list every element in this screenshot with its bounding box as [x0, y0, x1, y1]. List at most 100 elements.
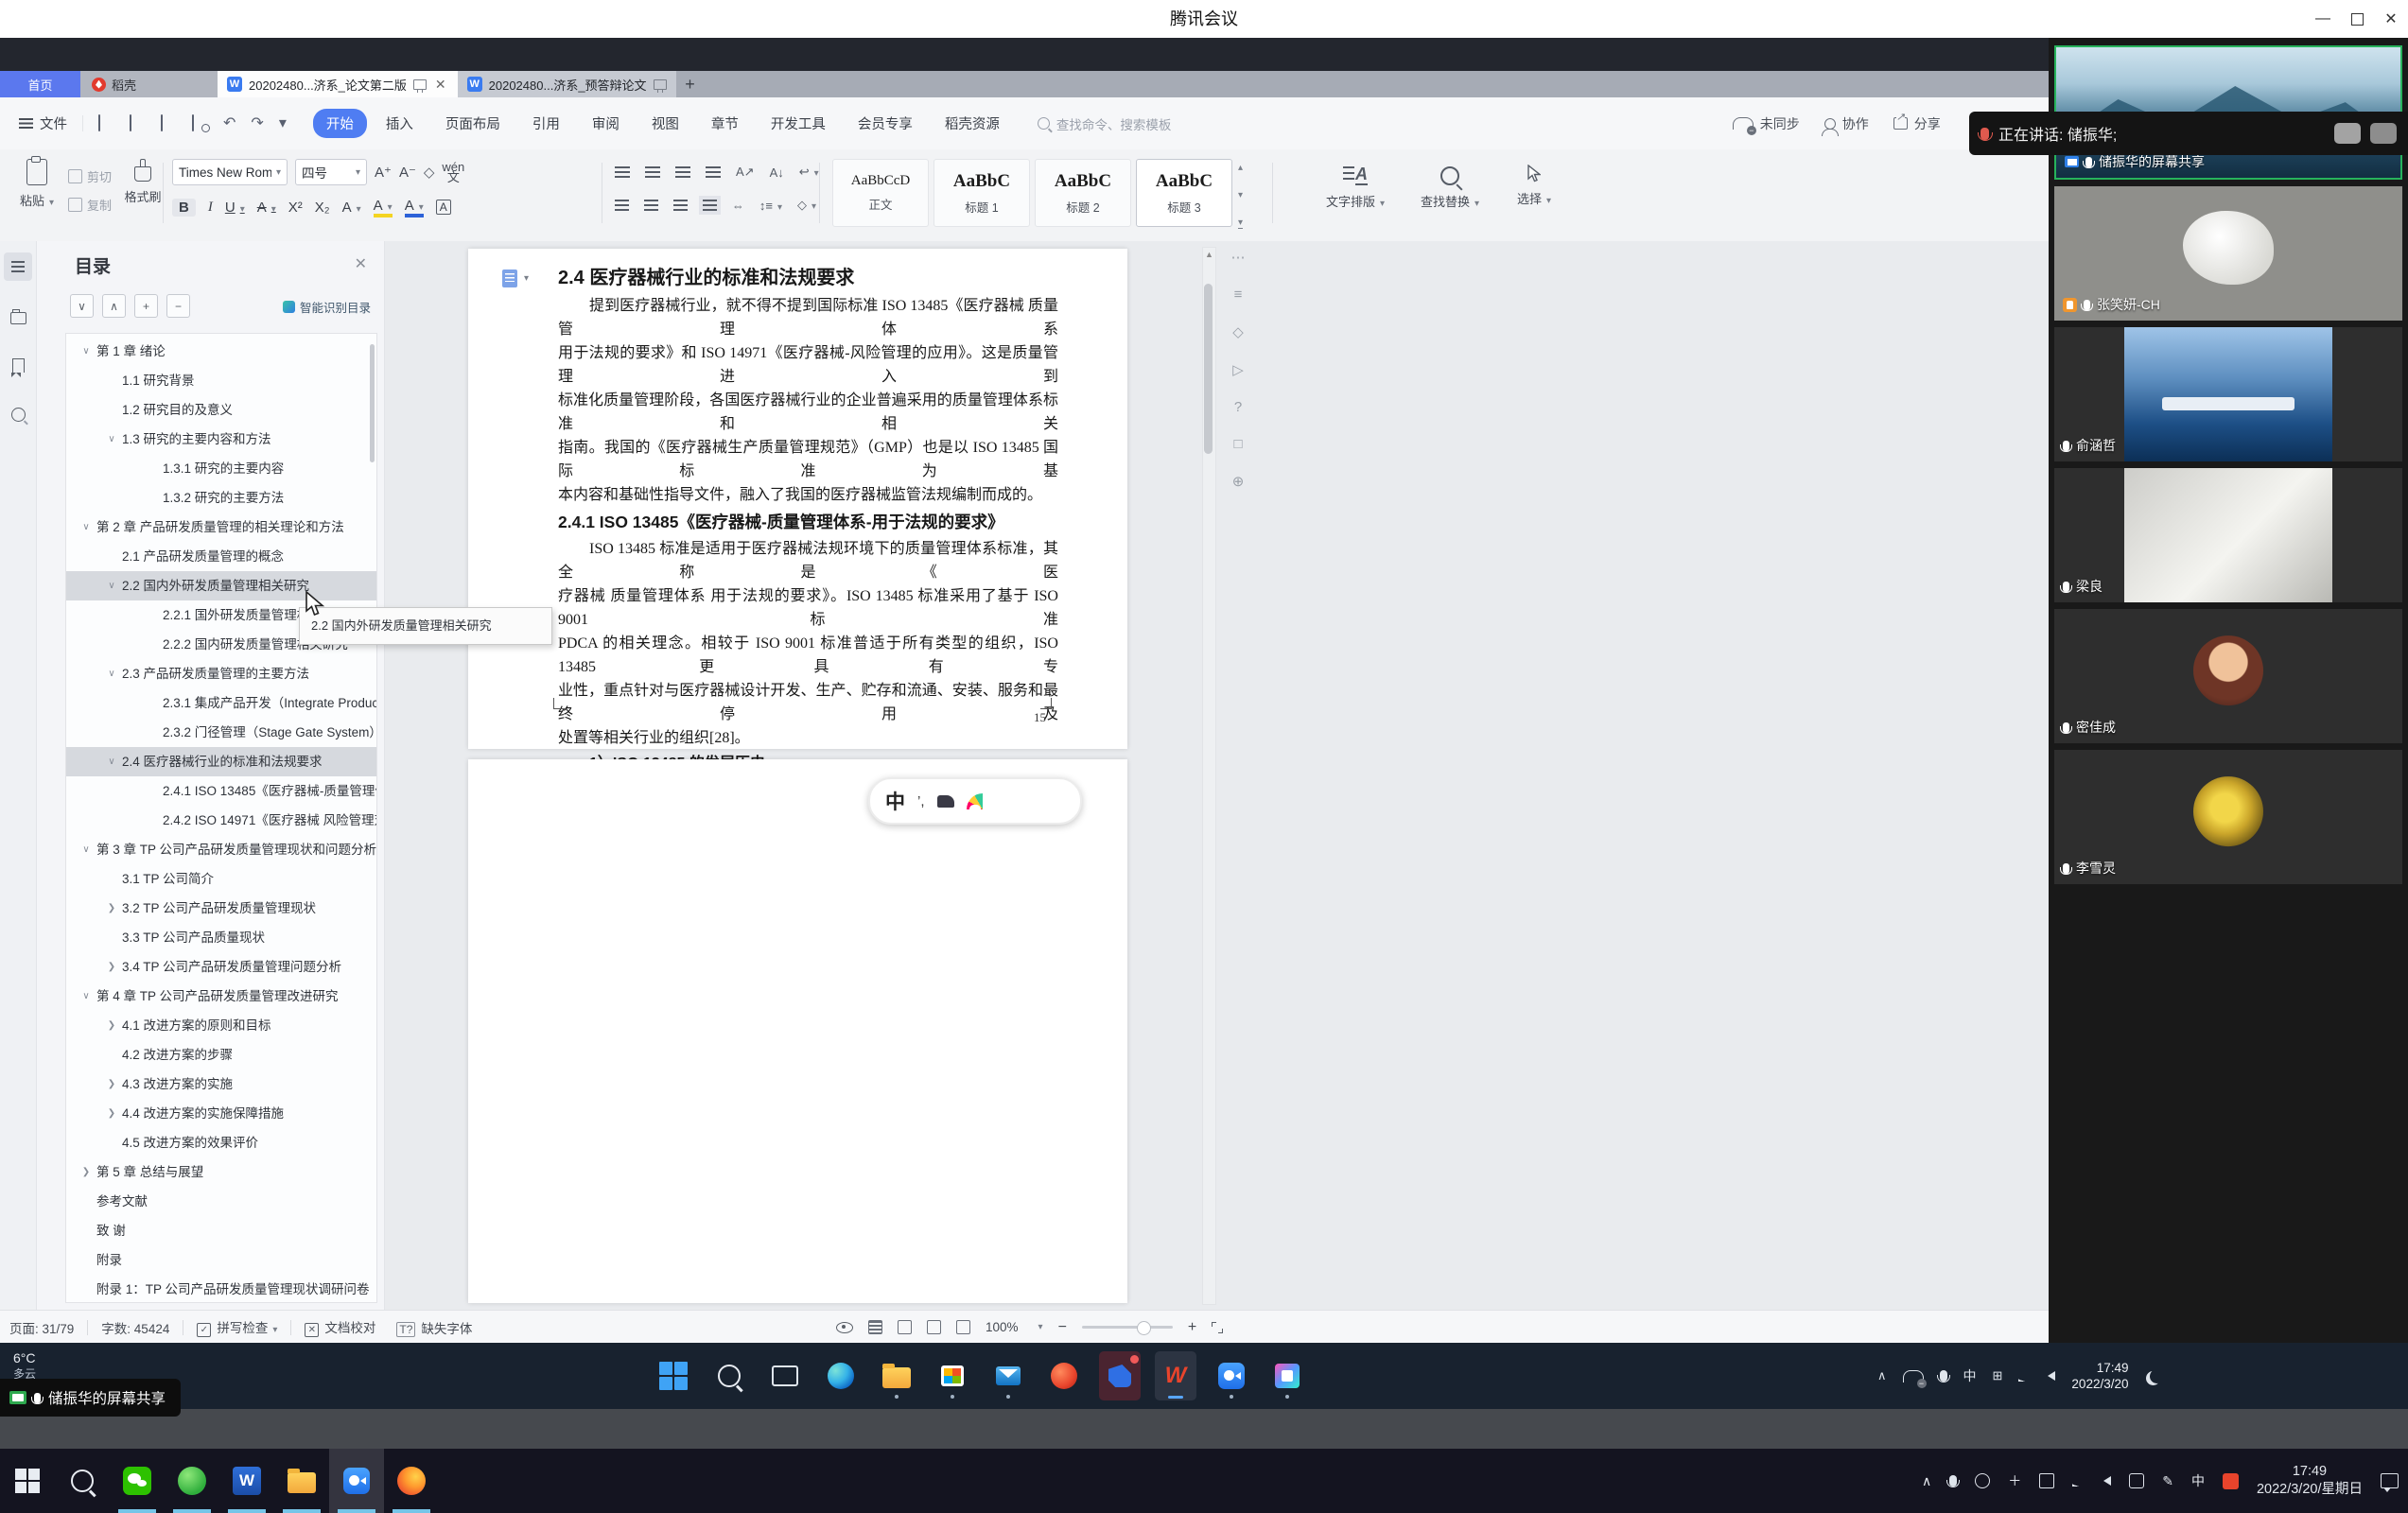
close-tab-icon[interactable]: ✕ [433, 77, 448, 93]
ime-toolbar[interactable]: 中 ’, [868, 777, 1082, 825]
tray-volume-icon[interactable] [2048, 1371, 2055, 1381]
character-border-button[interactable]: A [436, 200, 451, 215]
sort-icon[interactable]: A↓ [770, 165, 784, 180]
browser-taskbar-icon[interactable] [165, 1449, 219, 1513]
undo-icon[interactable]: ↶ [223, 115, 236, 131]
ribbon-tab-视图[interactable]: 视图 [638, 109, 692, 138]
document-page-1[interactable]: ▾ 2.4 医疗器械行业的标准和法规要求提到医疗器械行业，就不得不提到国际标准 … [468, 249, 1127, 749]
start-taskbar-icon[interactable] [0, 1449, 55, 1513]
toc-item[interactable]: ❯3.2 TP 公司产品研发质量管理现状 [66, 894, 376, 923]
toc-item[interactable]: 3.1 TP 公司简介 [66, 864, 376, 894]
bullet-list-icon[interactable] [615, 166, 630, 178]
add-tool-icon[interactable]: ⊕ [1232, 473, 1245, 490]
find-replace-button[interactable]: 查找替换▾ [1409, 165, 1491, 210]
tray-plus-icon[interactable]: ＋ [2008, 1471, 2021, 1490]
toc-item[interactable]: 2.1 产品研发质量管理的概念 [66, 542, 376, 571]
align-left-icon[interactable] [615, 200, 629, 211]
tray-display-icon[interactable] [2039, 1473, 2054, 1488]
text-effects-button[interactable]: A▾ [342, 200, 361, 216]
firefox-taskbar-icon[interactable] [384, 1449, 439, 1513]
taskbar-weather-widget[interactable]: 6°C 多云 [13, 1350, 36, 1383]
toc-item[interactable]: 4.5 改进方案的效果评价 [66, 1128, 376, 1157]
toc-item[interactable]: 1.1 研究背景 [66, 366, 376, 395]
search-taskbar-icon[interactable] [55, 1449, 110, 1513]
toc-item[interactable]: 1.3.2 研究的主要方法 [66, 483, 376, 513]
participant-tile[interactable]: 俞涵哲 [2054, 327, 2402, 461]
tab-docer[interactable]: 稻壳 [80, 71, 218, 97]
participant-tile[interactable]: 张笑妍-CH [2054, 186, 2402, 321]
meeting-taskbar-icon[interactable] [329, 1449, 384, 1513]
tray-ime-indicator[interactable]: 中 [2191, 1471, 2205, 1490]
more-tools-icon[interactable]: ⋯ [1231, 249, 1246, 266]
scrollbar-thumb[interactable] [1204, 284, 1213, 454]
style-card[interactable]: AaBbC标题 1 [934, 159, 1030, 227]
toc-item[interactable]: 2.3.1 集成产品开发（Integrate Product Developme… [66, 688, 376, 718]
document-page-2[interactable] [468, 759, 1127, 1303]
web-view-icon[interactable] [927, 1320, 941, 1334]
ime-weather-icon[interactable] [967, 793, 999, 809]
toc-expand-icon[interactable]: ∨ [101, 659, 122, 688]
zoom-slider[interactable] [1082, 1326, 1173, 1329]
page-indicator[interactable]: 页面: 31/79 [9, 1318, 74, 1337]
store-taskbar-icon[interactable] [932, 1351, 973, 1400]
ribbon-tab-开始[interactable]: 开始 [313, 109, 367, 138]
close-button[interactable]: ✕ [2374, 0, 2408, 38]
styles-scroll-buttons[interactable]: ▴▾▾ [1232, 159, 1243, 233]
underline-button[interactable]: U▾ [225, 200, 245, 216]
collapse-all-button[interactable]: ∧ [102, 294, 126, 318]
toc-item[interactable]: 4.2 改进方案的步骤 [66, 1040, 376, 1070]
ribbon-tab-页面布局[interactable]: 页面布局 [432, 109, 514, 138]
decrease-font-button[interactable]: A⁻ [399, 164, 416, 181]
print-preview-icon[interactable] [192, 115, 208, 131]
scroll-up-icon[interactable]: ▲ [1205, 250, 1213, 259]
page-view-icon[interactable] [868, 1320, 882, 1334]
toc-item[interactable]: ∨2.2 国内外研发质量管理相关研究 [66, 571, 376, 600]
toc-expand-icon[interactable]: ❯ [101, 1070, 122, 1099]
ime-skin-icon[interactable] [937, 795, 954, 808]
style-card[interactable]: AaBbC标题 3 [1136, 159, 1232, 227]
toc-expand-icon[interactable]: ❯ [101, 1099, 122, 1128]
docer-taskbar-icon[interactable] [1099, 1351, 1141, 1400]
toc-item[interactable]: 致 谢 [66, 1216, 376, 1245]
text-direction-icon[interactable]: A↗ [736, 165, 755, 180]
ribbon-tab-稻壳资源[interactable]: 稻壳资源 [932, 109, 1013, 138]
toc-item[interactable]: ∨1.3 研究的主要内容和方法 [66, 425, 376, 454]
toc-item[interactable]: ❯4.4 改进方案的实施保障措施 [66, 1099, 376, 1128]
ribbon-tab-审阅[interactable]: 审阅 [579, 109, 633, 138]
increase-font-button[interactable]: A⁺ [375, 164, 392, 181]
toc-item[interactable]: ❯4.3 改进方案的实施 [66, 1070, 376, 1099]
tray-wifi-icon[interactable] [2072, 1476, 2085, 1487]
tray-chevron-icon[interactable]: ∧ [1877, 1368, 1887, 1383]
outline-pane-button[interactable] [4, 252, 32, 281]
style-card[interactable]: AaBbCcD正文 [832, 159, 929, 227]
ime-punctuation[interactable]: ’, [917, 793, 925, 809]
font-name-select[interactable]: Times New Roman▾ [172, 159, 288, 185]
redo-icon[interactable]: ↷ [251, 115, 263, 131]
cut-button[interactable]: 剪切 [68, 165, 112, 187]
toc-item[interactable]: ∨第 2 章 产品研发质量管理的相关理论和方法 [66, 513, 376, 542]
show-marks-icon[interactable]: ↩▾ [799, 165, 819, 180]
office-taskbar-icon[interactable] [1043, 1351, 1085, 1400]
tray-volume-icon[interactable] [2103, 1476, 2111, 1486]
toc-item[interactable]: 附录 1：TP 公司产品研发质量管理现状调研问卷 [66, 1275, 376, 1303]
tray-cloud-icon[interactable] [1903, 1370, 1924, 1383]
paste-button[interactable]: 粘贴▾ [9, 159, 64, 216]
tray-touchkeyboard-icon[interactable]: ⊞ [1993, 1368, 2003, 1383]
file-explorer-taskbar-icon[interactable] [876, 1351, 917, 1400]
print-icon[interactable] [161, 115, 177, 131]
toc-item[interactable]: 附录 [66, 1245, 376, 1275]
wps-taskbar-icon[interactable]: W [1155, 1351, 1196, 1400]
toc-expand-icon[interactable]: ❯ [76, 1157, 96, 1187]
outline-close-icon[interactable]: ✕ [355, 254, 367, 273]
participant-tile[interactable]: 密佳成 [2054, 609, 2402, 743]
strikethrough-button[interactable]: A▾ [257, 200, 276, 216]
justify-icon[interactable] [703, 200, 717, 211]
document-tab[interactable]: W20202480...济系_论文第二版✕ [218, 71, 458, 97]
wechat-taskbar-icon[interactable] [110, 1449, 165, 1513]
check-pane-button[interactable] [4, 302, 32, 330]
toc-expand-icon[interactable]: ∨ [101, 425, 122, 454]
decrease-indent-icon[interactable] [675, 166, 690, 178]
start-taskbar-icon[interactable] [653, 1351, 694, 1400]
doc-proof-button[interactable]: ✕文档校对 [305, 1317, 375, 1337]
subscript-button[interactable]: X₂ [315, 200, 330, 216]
